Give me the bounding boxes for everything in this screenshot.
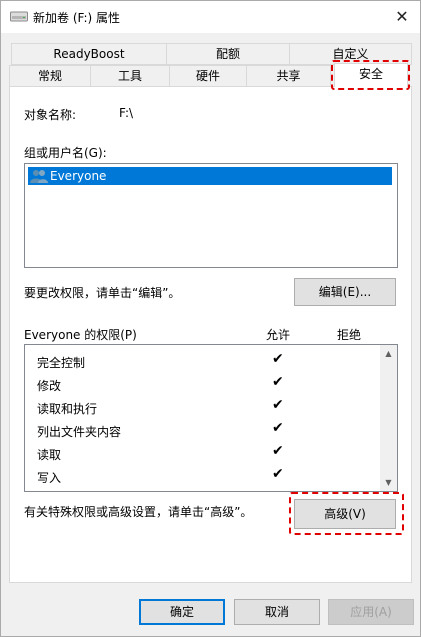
tab-tools[interactable]: 工具 xyxy=(90,65,170,87)
table-row: 完全控制 ✔ xyxy=(25,349,380,372)
scroll-up-icon[interactable]: ▲ xyxy=(380,345,397,362)
tab-customize[interactable]: 自定义 xyxy=(289,43,412,65)
group-users-label: 组或用户名(G): xyxy=(24,146,107,160)
advanced-button[interactable]: 高级(V) xyxy=(294,499,396,529)
table-row: 列出文件夹内容 ✔ xyxy=(25,418,380,441)
permissions-scrollbar[interactable]: ▲ ▼ xyxy=(380,345,397,491)
list-item[interactable]: Everyone xyxy=(28,167,392,185)
users-group-icon xyxy=(30,170,48,183)
scroll-down-icon[interactable]: ▼ xyxy=(380,474,397,491)
permission-name: 完全控制 xyxy=(37,356,86,370)
tab-quota[interactable]: 配额 xyxy=(166,43,290,65)
permission-name: 列出文件夹内容 xyxy=(37,425,122,439)
permission-name: 写入 xyxy=(37,471,62,485)
advanced-settings-text: 有关特殊权限或高级设置，请单击“高级”。 xyxy=(24,505,253,519)
tab-security[interactable]: 安全 xyxy=(334,63,408,87)
checkmark-icon: ✔ xyxy=(272,374,284,390)
user-name: Everyone xyxy=(50,169,107,183)
tab-hardware[interactable]: 硬件 xyxy=(169,65,247,87)
tab-sharing[interactable]: 共享 xyxy=(246,65,331,87)
permissions-list[interactable]: 完全控制 ✔ 修改 ✔ 读取和执行 ✔ 列出文件夹内容 ✔ 读取 ✔ 写入 ✔ … xyxy=(24,344,398,492)
users-list[interactable]: Everyone xyxy=(24,163,398,268)
drive-icon xyxy=(10,11,28,22)
permission-name: 读取和执行 xyxy=(37,402,98,416)
object-name-value: F:\ xyxy=(119,106,134,120)
tab-general[interactable]: 常规 xyxy=(9,65,91,87)
checkmark-icon: ✔ xyxy=(272,420,284,436)
checkmark-icon: ✔ xyxy=(272,443,284,459)
apply-button[interactable]: 应用(A) xyxy=(328,599,414,625)
permissions-header: Everyone 的权限(P) xyxy=(24,328,137,342)
properties-dialog: 新加卷 (F:) 属性 ✕ ReadyBoost 配额 自定义 常规 工具 硬件… xyxy=(0,0,421,637)
window-title: 新加卷 (F:) 属性 xyxy=(33,11,121,25)
table-row: 读取和执行 ✔ xyxy=(25,395,380,418)
table-row: 写入 ✔ xyxy=(25,464,380,487)
object-name-label: 对象名称: xyxy=(24,108,77,122)
checkmark-icon: ✔ xyxy=(272,397,284,413)
ok-button[interactable]: 确定 xyxy=(139,599,225,625)
tab-readyboost[interactable]: ReadyBoost xyxy=(11,43,167,65)
edit-button[interactable]: 编辑(E)... xyxy=(294,278,396,306)
change-permissions-text: 要更改权限，请单击“编辑”。 xyxy=(24,286,181,300)
allow-column-header: 允许 xyxy=(266,328,291,342)
permission-name: 修改 xyxy=(37,379,62,393)
close-button[interactable]: ✕ xyxy=(390,5,414,29)
permission-name: 读取 xyxy=(37,448,62,462)
table-row: 修改 ✔ xyxy=(25,372,380,395)
title-bar[interactable]: 新加卷 (F:) 属性 ✕ xyxy=(1,1,420,33)
cancel-button[interactable]: 取消 xyxy=(234,599,320,625)
deny-column-header: 拒绝 xyxy=(337,328,362,342)
checkmark-icon: ✔ xyxy=(272,351,284,367)
checkmark-icon: ✔ xyxy=(272,466,284,482)
table-row: 读取 ✔ xyxy=(25,441,380,464)
